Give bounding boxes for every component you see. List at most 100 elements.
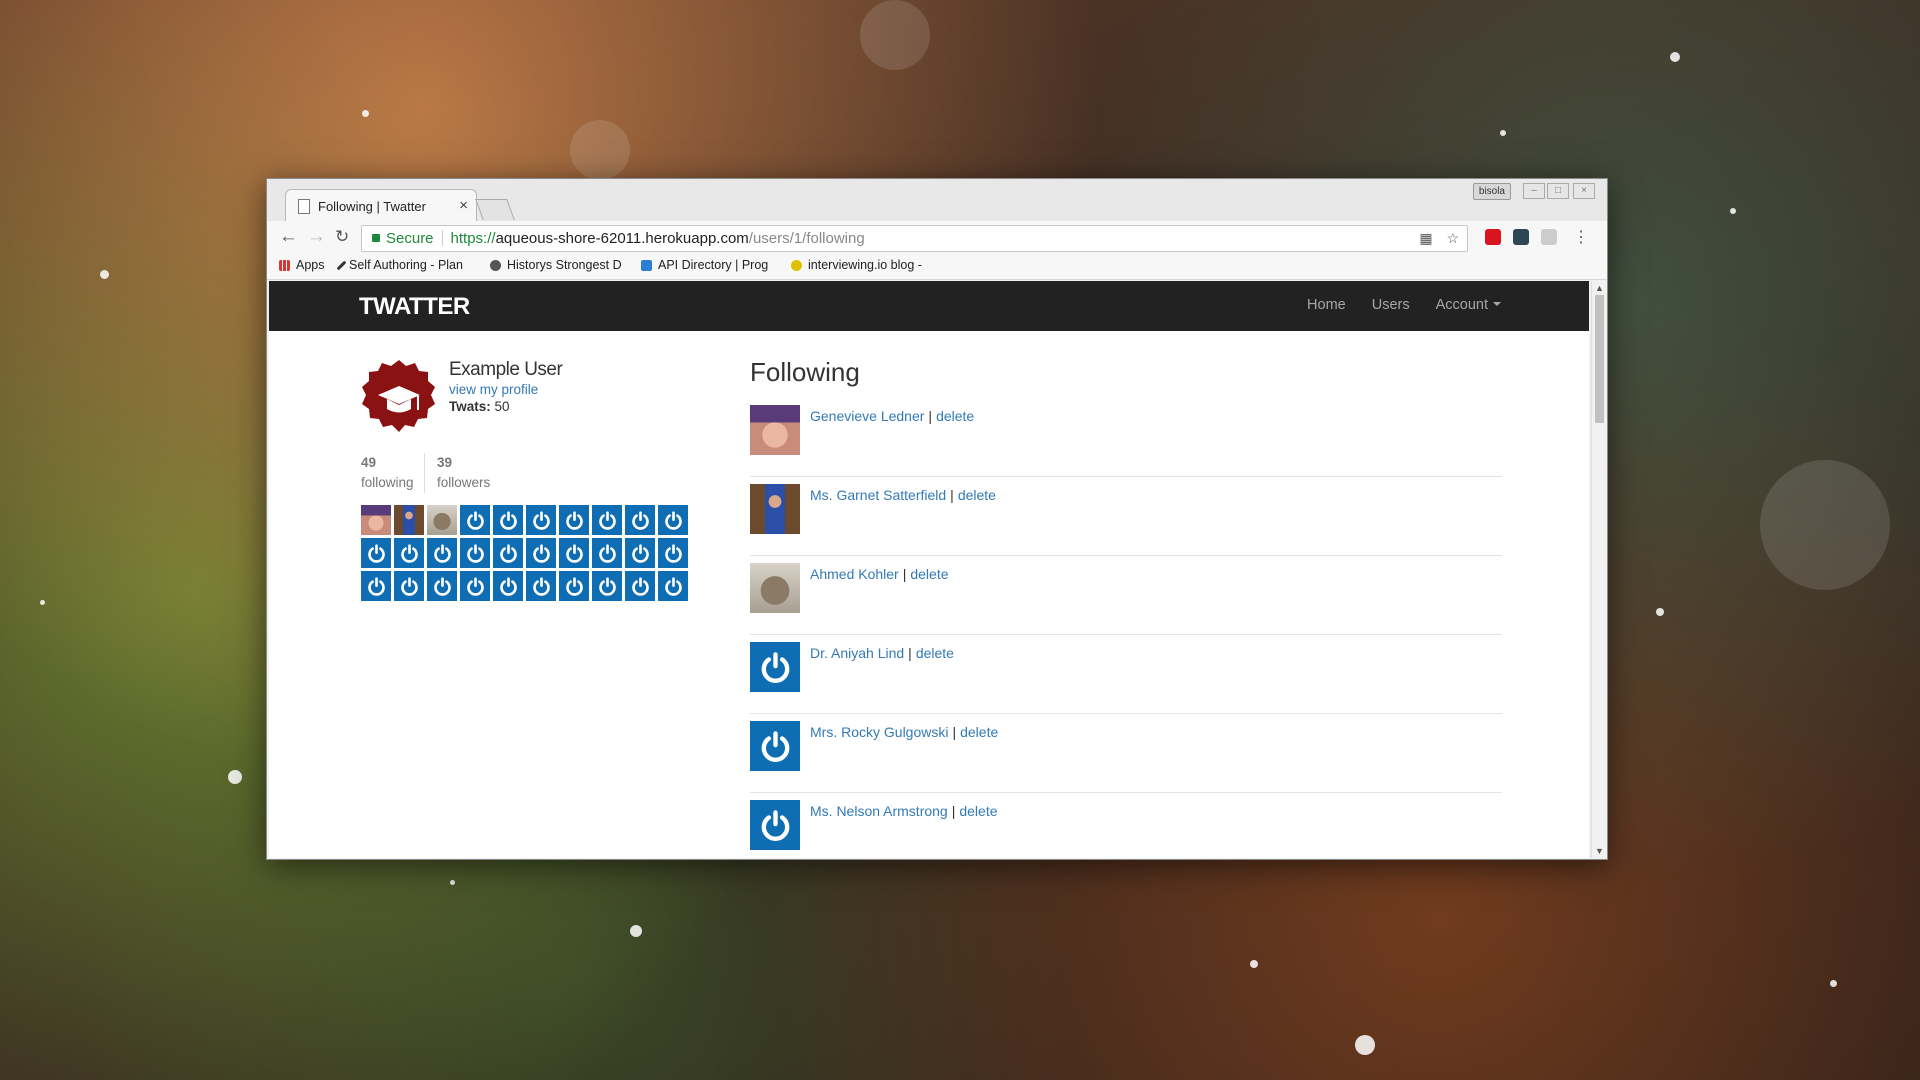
scroll-down-icon[interactable]: ▼ (1595, 846, 1604, 856)
thumbnail-power-icon[interactable] (427, 538, 457, 568)
thumbnail-photo-person[interactable] (394, 505, 424, 535)
thumbnail-power-icon[interactable] (493, 505, 523, 535)
adblock-icon[interactable] (1485, 229, 1501, 245)
thumbnail-power-icon[interactable] (460, 505, 490, 535)
twats-count: Twats: 50 (449, 399, 510, 414)
user-link[interactable]: Dr. Aniyah Lind (810, 645, 904, 661)
snowflake (630, 925, 642, 937)
avatar-power-icon[interactable] (750, 721, 800, 771)
extension-icon[interactable] (1513, 229, 1529, 245)
nav-users[interactable]: Users (1372, 297, 1410, 313)
thumbnail-power-icon[interactable] (592, 571, 622, 601)
document-icon (298, 198, 310, 214)
thumbnail-power-icon[interactable] (361, 538, 391, 568)
thumbnail-power-icon[interactable] (658, 538, 688, 568)
thumbnail-power-icon[interactable] (394, 571, 424, 601)
view-profile-link[interactable]: view my profile (449, 382, 538, 397)
scrollbar-thumb[interactable] (1595, 295, 1604, 423)
printer-icon[interactable] (1541, 229, 1557, 245)
thumbnail-power-icon[interactable] (460, 571, 490, 601)
profile-badge[interactable]: bisola (1472, 183, 1511, 200)
maximize-button[interactable]: □ (1547, 183, 1569, 199)
thumbnail-power-icon[interactable] (658, 505, 688, 535)
avatar[interactable] (750, 563, 800, 613)
snowflake (450, 880, 455, 885)
thumbnail-power-icon[interactable] (559, 505, 589, 535)
separator: | (928, 408, 933, 424)
avatar[interactable] (750, 405, 800, 455)
bookmark-api-directory[interactable]: API Directory | Prog (641, 258, 768, 272)
delete-link[interactable]: delete (958, 487, 996, 503)
delete-link[interactable]: delete (960, 724, 998, 740)
bookmark-label: Self Authoring - Plan (349, 258, 463, 272)
star-icon[interactable]: ☆ (1446, 230, 1459, 246)
thumbnail-power-icon[interactable] (427, 571, 457, 601)
close-tab-icon[interactable]: × (459, 197, 468, 214)
reload-icon[interactable]: ↻ (335, 227, 349, 247)
user-link[interactable]: Ms. Garnet Satterfield (810, 487, 946, 503)
thumbnail-power-icon[interactable] (658, 571, 688, 601)
address-bar[interactable]: Secure https://aqueous-shore-62011.heroku… (361, 225, 1468, 252)
thumbnail-power-icon[interactable] (460, 538, 490, 568)
close-window-button[interactable]: × (1573, 183, 1595, 199)
following-stat[interactable]: 49 following (361, 453, 414, 493)
twats-label: Twats: (449, 399, 491, 414)
back-icon[interactable]: ← (279, 226, 298, 248)
avatar[interactable] (750, 484, 800, 534)
thumbnail-photo-child[interactable] (361, 505, 391, 535)
delete-link[interactable]: delete (959, 803, 997, 819)
browser-tab[interactable]: Following | Twatter × (285, 189, 477, 222)
user-link[interactable]: Genevieve Ledner (810, 408, 924, 424)
user-gravatar (362, 360, 436, 434)
stat-divider (424, 453, 425, 493)
separator: | (908, 645, 912, 661)
title-bar: Following | Twatter × bisola – □ × (267, 179, 1607, 222)
url-host: aqueous-shore-62011.herokuapp.com (495, 230, 749, 247)
bookmark-self-authoring[interactable]: Self Authoring - Plan (336, 258, 463, 272)
following-row: Dr. Aniyah Lind | delete (750, 642, 1502, 714)
avatar-power-icon[interactable] (750, 800, 800, 850)
user-link[interactable]: Ahmed Kohler (810, 566, 899, 582)
thumbnail-power-icon[interactable] (625, 505, 655, 535)
following-row: Mrs. Rocky Gulgowski | delete (750, 721, 1502, 793)
thumbnail-power-icon[interactable] (526, 538, 556, 568)
avatar-power-icon[interactable] (750, 642, 800, 692)
forward-icon[interactable]: → (307, 226, 326, 248)
menu-icon[interactable]: ⋮ (1573, 227, 1589, 247)
thumbnail-power-icon[interactable] (592, 538, 622, 568)
delete-link[interactable]: delete (916, 645, 954, 661)
thumbnail-power-icon[interactable] (526, 571, 556, 601)
new-tab-button[interactable] (475, 199, 515, 220)
thumbnail-power-icon[interactable] (559, 538, 589, 568)
following-list: Genevieve Ledner | delete Ms. Garnet Satter… (750, 405, 1502, 858)
scroll-up-icon[interactable]: ▲ (1595, 283, 1604, 293)
following-entry: Dr. Aniyah Lind | delete (810, 645, 954, 661)
bookmark-apps[interactable]: Apps (279, 258, 325, 272)
separator: | (951, 803, 956, 819)
snowflake (40, 600, 45, 605)
thumbnail-power-icon[interactable] (361, 571, 391, 601)
nav-account[interactable]: Account (1436, 297, 1501, 313)
thumbnail-power-icon[interactable] (625, 571, 655, 601)
pencil-icon (336, 260, 347, 270)
delete-link[interactable]: delete (936, 408, 974, 424)
thumbnail-photo-cat[interactable] (427, 505, 457, 535)
user-link[interactable]: Ms. Nelson Armstrong (810, 803, 948, 819)
thumbnail-power-icon[interactable] (394, 538, 424, 568)
nav-home[interactable]: Home (1307, 297, 1346, 313)
translate-icon[interactable]: ▦ (1419, 230, 1432, 246)
thumbnail-power-icon[interactable] (592, 505, 622, 535)
thumbnail-power-icon[interactable] (526, 505, 556, 535)
thumbnail-power-icon[interactable] (493, 571, 523, 601)
thumbnail-power-icon[interactable] (493, 538, 523, 568)
bookmark-interviewing-io[interactable]: interviewing.io blog - (791, 258, 922, 272)
thumbnail-power-icon[interactable] (559, 571, 589, 601)
minimize-button[interactable]: – (1523, 183, 1545, 199)
site-brand[interactable]: TWATTER (359, 293, 470, 321)
bookmark-historys[interactable]: Historys Strongest D (490, 258, 622, 272)
page-scrollbar[interactable]: ▲ ▼ (1591, 281, 1607, 858)
user-link[interactable]: Mrs. Rocky Gulgowski (810, 724, 948, 740)
thumbnail-power-icon[interactable] (625, 538, 655, 568)
followers-stat[interactable]: 39 followers (437, 453, 490, 493)
delete-link[interactable]: delete (910, 566, 948, 582)
